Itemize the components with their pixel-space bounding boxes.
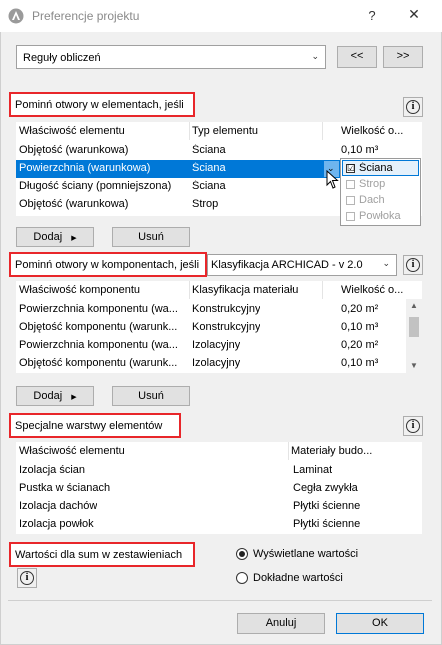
table-row-property[interactable]: Objętość (warunkowa): [19, 198, 128, 210]
table-row-type[interactable]: Strop: [192, 198, 218, 210]
triangle-right-icon: ▶: [71, 394, 77, 401]
table-row-type[interactable]: Ściana: [192, 180, 226, 192]
section-components-heading: Pominń otwory w komponentach, jeśli: [9, 252, 207, 277]
chevron-down-icon: ⌄: [382, 258, 390, 268]
add-component-rule-button[interactable]: Dodaj ▶: [16, 386, 94, 406]
radio-exact-values[interactable]: [236, 572, 248, 584]
section-layers-title: Specjalne warstwy elementów: [15, 420, 163, 432]
column-header-classification[interactable]: Klasyfikacja materiału: [192, 284, 298, 296]
scroll-up-icon[interactable]: ▲: [410, 301, 418, 310]
checkbox-slab[interactable]: [346, 180, 355, 189]
remove-component-rule-button[interactable]: Usuń: [112, 386, 190, 406]
checkbox-shell[interactable]: [346, 212, 355, 221]
scroll-down-icon[interactable]: ▼: [410, 361, 418, 370]
element-type-popup: ☑ Ściana Strop Dach Powłoka: [340, 158, 421, 226]
table-row-property[interactable]: Izolacja ścian: [19, 464, 85, 476]
radio-displayed-values[interactable]: [236, 548, 248, 560]
section-schedule-sums-title: Wartości dla sum w zestawieniach: [15, 549, 183, 561]
info-icon: i: [20, 571, 34, 585]
mouse-cursor-icon: [326, 169, 340, 190]
info-icon: i: [406, 258, 420, 272]
column-header-material[interactable]: Materiały budo...: [291, 445, 372, 457]
info-button-4[interactable]: i: [17, 568, 37, 588]
classification-dropdown[interactable]: Klasyfikacja ARCHICAD - v 2.0 ⌄: [207, 254, 397, 276]
column-header-property[interactable]: Właściwość elementu: [19, 125, 125, 137]
footer-divider: [8, 600, 432, 601]
previous-page-button[interactable]: <<: [337, 46, 377, 68]
chevron-down-icon: ⌄: [311, 51, 319, 61]
checkbox-roof[interactable]: [346, 196, 355, 205]
table-row-property[interactable]: Izolacja powłok: [19, 518, 94, 530]
table-row-size[interactable]: 0,20 m²: [341, 339, 378, 351]
popup-item-shell[interactable]: Powłoka: [359, 210, 401, 222]
table-row-material[interactable]: Płytki ścienne: [293, 500, 360, 512]
info-button-3[interactable]: i: [403, 416, 423, 436]
special-layers-table: Właściwość elementu Materiały budo... Iz…: [16, 442, 422, 534]
table-row-type[interactable]: Ściana: [192, 162, 226, 174]
dropdown-value: Reguły obliczeń: [23, 52, 101, 64]
add-label: Dodaj: [33, 231, 63, 243]
table-row-classification[interactable]: Konstrukcyjny: [192, 321, 260, 333]
info-icon: i: [406, 100, 420, 114]
triangle-right-icon: ▶: [71, 235, 77, 242]
archicad-app-icon: [8, 8, 24, 24]
table-row-material[interactable]: Płytki ścienne: [293, 518, 360, 530]
cancel-button[interactable]: Anuluj: [237, 613, 325, 634]
info-button-2[interactable]: i: [403, 255, 423, 275]
popup-item-wall[interactable]: Ściana: [359, 162, 393, 174]
table-row-property[interactable]: Pustka w ścianach: [19, 482, 110, 494]
classification-value: Klasyfikacja ARCHICAD - v 2.0: [211, 259, 363, 271]
section-layers-heading: Specjalne warstwy elementów: [9, 413, 181, 438]
table-row-type[interactable]: Ściana: [192, 144, 226, 156]
popup-item-slab[interactable]: Strop: [359, 178, 385, 190]
table-row-material[interactable]: Laminat: [293, 464, 332, 476]
window-title: Preferencje projektu: [32, 9, 140, 23]
section-schedule-sums-heading: Wartości dla sum w zestawieniach: [9, 542, 195, 567]
table-row-classification[interactable]: Izolacyjny: [192, 339, 240, 351]
column-header-property[interactable]: Właściwość elementu: [19, 445, 125, 457]
table-row-classification[interactable]: Izolacyjny: [192, 357, 240, 369]
radio-displayed-label[interactable]: Wyświetlane wartości: [253, 548, 358, 560]
table-row-classification[interactable]: Konstrukcyjny: [192, 303, 260, 315]
table-row-size[interactable]: 0,10 m³: [341, 144, 378, 156]
column-header-type[interactable]: Typ elementu: [192, 125, 258, 137]
radio-exact-label[interactable]: Dokładne wartości: [253, 572, 343, 584]
table-row-size[interactable]: 0,20 m²: [341, 303, 378, 315]
table-row-size[interactable]: 0,10 m³: [341, 357, 378, 369]
table-row-property[interactable]: Powierzchnia komponentu (wa...: [19, 339, 187, 351]
components-table: Właściwość komponentu Klasyfikacja mater…: [16, 281, 422, 373]
popup-item-roof[interactable]: Dach: [359, 194, 385, 206]
table-row-property[interactable]: Objętość (warunkowa): [19, 144, 128, 156]
scrollbar-thumb[interactable]: [409, 317, 419, 337]
info-icon: i: [406, 419, 420, 433]
column-header-size[interactable]: Wielkość o...: [341, 284, 403, 296]
table-row-property[interactable]: Objętość komponentu (warunk...: [19, 321, 187, 333]
add-element-rule-button[interactable]: Dodaj ▶: [16, 227, 94, 247]
table-row-material[interactable]: Cegła zwykła: [293, 482, 358, 494]
next-page-button[interactable]: >>: [383, 46, 423, 68]
preference-page-dropdown[interactable]: Reguły obliczeń ⌄: [16, 45, 326, 69]
ok-button[interactable]: OK: [336, 613, 424, 634]
components-scrollbar[interactable]: ▲ ▼: [406, 299, 422, 373]
section-components-title: Pominń otwory w komponentach, jeśli: [15, 259, 200, 271]
checkbox-wall[interactable]: ☑: [346, 164, 355, 173]
table-row-property[interactable]: Powierzchnia (warunkowa): [19, 162, 150, 174]
column-header-size[interactable]: Wielkość o...: [341, 125, 403, 137]
section-elements-title: Pominń otwory w elementach, jeśli: [15, 99, 184, 111]
section-elements-heading: Pominń otwory w elementach, jeśli: [9, 92, 195, 117]
add-label: Dodaj: [33, 390, 63, 402]
table-row-property[interactable]: Powierzchnia komponentu (wa...: [19, 303, 187, 315]
radio-selected-dot: [239, 551, 245, 557]
table-row-property[interactable]: Długość ściany (pomniejszona): [19, 180, 171, 192]
info-button-1[interactable]: i: [403, 97, 423, 117]
help-button[interactable]: ?: [364, 8, 380, 24]
table-row-size[interactable]: 0,10 m³: [341, 321, 378, 333]
table-row-property[interactable]: Izolacja dachów: [19, 500, 97, 512]
table-row-property[interactable]: Objętość komponentu (warunk...: [19, 357, 187, 369]
column-header-property[interactable]: Właściwość komponentu: [19, 284, 140, 296]
close-button[interactable]: ✕: [404, 6, 424, 26]
remove-element-rule-button[interactable]: Usuń: [112, 227, 190, 247]
